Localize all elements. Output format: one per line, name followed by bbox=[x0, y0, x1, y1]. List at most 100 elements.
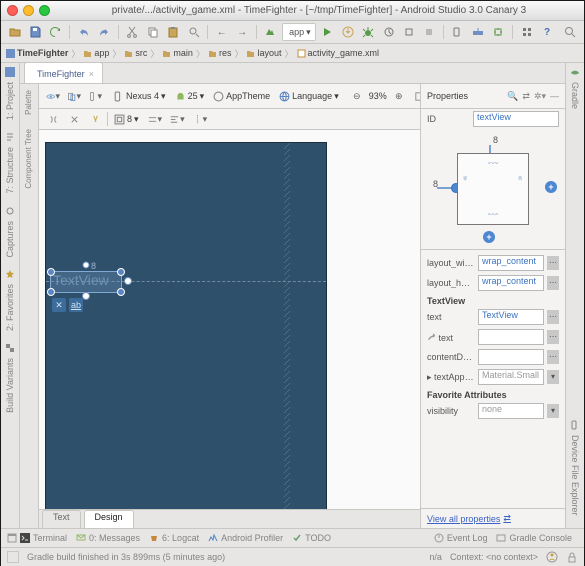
zoom-fit-button[interactable] bbox=[411, 88, 420, 104]
toggle-view-icon[interactable]: ⇄ bbox=[522, 91, 530, 102]
sdk-manager-button[interactable] bbox=[469, 23, 486, 41]
infer-constraints-icon[interactable] bbox=[86, 111, 104, 127]
gradle-tool-tab[interactable]: Gradle bbox=[569, 78, 581, 113]
debug-button[interactable] bbox=[359, 23, 376, 41]
crumb-project[interactable]: TimeFighter bbox=[6, 48, 68, 58]
crumb-module[interactable]: app bbox=[83, 48, 109, 58]
layout-height-more[interactable]: ⋯ bbox=[547, 276, 559, 290]
back-button[interactable]: ← bbox=[213, 23, 230, 41]
design-canvas[interactable]: 8 TextView ✕ ab bbox=[45, 142, 327, 509]
view-all-properties-link[interactable]: View all properties ⇄ bbox=[421, 509, 565, 528]
crumb-res[interactable]: res bbox=[208, 48, 232, 58]
visibility-field[interactable]: none bbox=[478, 403, 544, 419]
add-bottom-constraint-button[interactable]: + bbox=[483, 231, 495, 243]
inspector-icon[interactable] bbox=[546, 551, 558, 563]
eye-icon[interactable]: ▾ bbox=[44, 88, 62, 104]
open-button[interactable] bbox=[6, 23, 23, 41]
terminal-tab[interactable]: Terminal bbox=[20, 533, 67, 543]
text-more[interactable]: ⋯ bbox=[547, 310, 559, 324]
component-tree-tab[interactable]: Component Tree bbox=[23, 125, 36, 193]
profiler-tab[interactable]: Android Profiler bbox=[208, 533, 283, 543]
device-combo[interactable]: Nexus 4▾ bbox=[110, 87, 169, 105]
attach-debugger-button[interactable] bbox=[400, 23, 417, 41]
tools-text-field[interactable] bbox=[478, 329, 544, 345]
layout-width-more[interactable]: ⋯ bbox=[547, 256, 559, 270]
default-margin-combo[interactable]: 8▾ bbox=[111, 110, 142, 128]
find-button[interactable] bbox=[185, 23, 202, 41]
sync-gradle-button[interactable] bbox=[490, 23, 507, 41]
visibility-dd[interactable]: ▾ bbox=[547, 404, 559, 418]
theme-combo[interactable]: AppTheme bbox=[210, 87, 273, 105]
project-tool-tab[interactable]: 1: Project bbox=[4, 78, 16, 124]
paste-button[interactable] bbox=[164, 23, 181, 41]
structure-tool-tab[interactable]: 7: Structure bbox=[4, 143, 16, 198]
tool-windows-icon[interactable] bbox=[7, 533, 17, 543]
selected-textview[interactable]: 8 TextView bbox=[50, 271, 122, 293]
constraint-handle-right[interactable] bbox=[123, 276, 133, 286]
layout-height-field[interactable]: wrap_content bbox=[478, 275, 544, 291]
maximize-window-button[interactable] bbox=[39, 5, 50, 16]
search-properties-icon[interactable]: 🔍 bbox=[507, 91, 518, 102]
tools-text-more[interactable]: ⋯ bbox=[547, 330, 559, 344]
run-config-combo[interactable]: app ▾ bbox=[282, 23, 316, 41]
crumb-src[interactable]: src bbox=[124, 48, 147, 58]
sync-button[interactable] bbox=[47, 23, 64, 41]
align-icon[interactable]: ▾ bbox=[167, 111, 187, 127]
save-button[interactable] bbox=[26, 23, 43, 41]
api-combo[interactable]: 25▾ bbox=[172, 87, 208, 105]
lock-icon[interactable] bbox=[566, 551, 578, 563]
stop-button[interactable] bbox=[421, 23, 438, 41]
copy-button[interactable] bbox=[144, 23, 161, 41]
surface-icon[interactable]: ▾ bbox=[65, 88, 83, 104]
delete-constraint-chip[interactable]: ✕ bbox=[52, 298, 66, 312]
make-button[interactable] bbox=[262, 23, 279, 41]
tool-window-toggle[interactable] bbox=[7, 551, 19, 563]
apply-changes-button[interactable] bbox=[339, 23, 356, 41]
text-appearance-dd[interactable]: ▾ bbox=[547, 370, 559, 384]
avd-manager-button[interactable] bbox=[449, 23, 466, 41]
orientation-icon[interactable]: ▾ bbox=[86, 88, 104, 104]
gradle-console-tab[interactable]: Gradle Console bbox=[496, 533, 572, 543]
project-structure-button[interactable] bbox=[518, 23, 535, 41]
close-window-button[interactable] bbox=[7, 5, 18, 16]
device-explorer-tool-tab[interactable]: Device File Explorer bbox=[569, 431, 581, 520]
event-log-tab[interactable]: Event Log bbox=[434, 533, 488, 543]
minimize-window-button[interactable] bbox=[23, 5, 34, 16]
messages-tab[interactable]: 0: Messages bbox=[76, 533, 140, 543]
layout-width-field[interactable]: wrap_content bbox=[478, 255, 544, 271]
zoom-out-button[interactable]: ⊖ bbox=[348, 88, 366, 104]
add-right-constraint-button[interactable]: + bbox=[545, 181, 557, 193]
zoom-in-button[interactable]: ⊕ bbox=[390, 88, 408, 104]
id-field[interactable]: textView bbox=[473, 111, 559, 127]
text-mode-tab[interactable]: Text bbox=[42, 510, 81, 528]
clear-constraints-icon[interactable] bbox=[65, 111, 83, 127]
help-button[interactable]: ? bbox=[538, 23, 555, 41]
logcat-tab[interactable]: 6: Logcat bbox=[149, 533, 199, 543]
design-mode-tab[interactable]: Design bbox=[84, 510, 134, 528]
content-description-more[interactable]: ⋯ bbox=[547, 350, 559, 364]
content-description-field[interactable] bbox=[478, 349, 544, 365]
guideline-icon[interactable]: ▾ bbox=[190, 111, 210, 127]
baseline-chip[interactable]: ab bbox=[69, 298, 83, 312]
constraint-handle-top[interactable] bbox=[81, 260, 91, 270]
search-everywhere-button[interactable] bbox=[562, 23, 579, 41]
settings-icon[interactable]: ✲▾ bbox=[534, 91, 546, 102]
run-button[interactable] bbox=[319, 23, 336, 41]
todo-tab[interactable]: TODO bbox=[292, 533, 331, 543]
crumb-file[interactable]: activity_game.xml bbox=[297, 48, 380, 58]
crumb-layout[interactable]: layout bbox=[246, 48, 281, 58]
file-tab[interactable]: TimeFighter × bbox=[24, 62, 103, 83]
text-field[interactable]: TextView bbox=[478, 309, 544, 325]
context-label[interactable]: Context: <no context> bbox=[450, 552, 538, 562]
cut-button[interactable] bbox=[124, 23, 141, 41]
redo-button[interactable] bbox=[95, 23, 112, 41]
profile-button[interactable] bbox=[380, 23, 397, 41]
captures-tool-tab[interactable]: Captures bbox=[4, 217, 16, 262]
minimize-panel-icon[interactable]: ― bbox=[550, 91, 559, 102]
pack-icon[interactable]: ▾ bbox=[145, 111, 165, 127]
constraint-inspector[interactable]: 8 8 ⌄⌄⌄ ⌃⌃⌃ ››› ‹‹‹ + + bbox=[421, 129, 565, 249]
favorites-tool-tab[interactable]: 2: Favorites bbox=[4, 280, 16, 335]
close-tab-button[interactable]: × bbox=[89, 69, 94, 79]
autoconnect-icon[interactable] bbox=[44, 111, 62, 127]
text-appearance-field[interactable]: Material.Small bbox=[478, 369, 544, 385]
